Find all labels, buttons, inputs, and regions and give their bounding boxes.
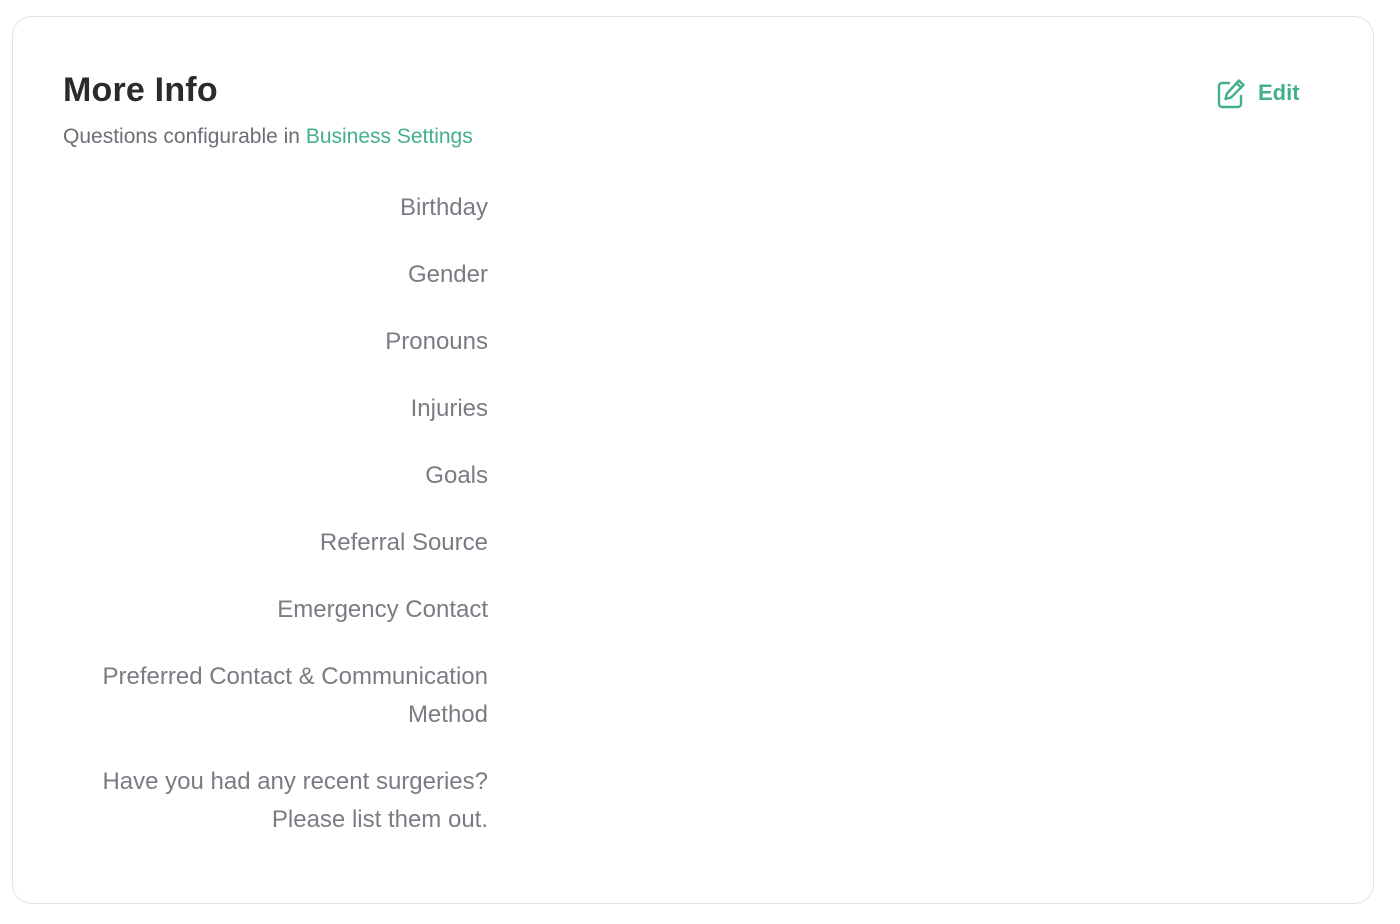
field-gender: Gender xyxy=(63,256,488,294)
field-label: Injuries xyxy=(410,395,488,422)
field-goals: Goals xyxy=(63,457,488,495)
edit-button[interactable]: Edit xyxy=(1216,77,1300,109)
pencil-square-icon xyxy=(1216,77,1246,109)
field-label: Have you had any recent surgeries? Pleas… xyxy=(102,768,488,833)
field-preferred-contact-method: Preferred Contact & Communication Method xyxy=(63,658,489,734)
field-label: Referral Source xyxy=(319,529,488,556)
card-title: More Info xyxy=(63,71,218,109)
more-info-card: More Info Questions configurable in Busi… xyxy=(12,16,1374,904)
field-injuries: Injuries xyxy=(63,390,488,428)
edit-label: Edit xyxy=(1258,80,1300,105)
info-fields-list: Birthday Gender Pronouns Injuries Goals … xyxy=(63,189,488,868)
field-emergency-contact: Emergency Contact xyxy=(63,591,488,629)
field-recent-surgeries: Have you had any recent surgeries? Pleas… xyxy=(63,763,488,839)
field-label: Preferred Contact & Communication Method xyxy=(102,663,489,728)
subtitle-text: Questions configurable in xyxy=(63,125,306,148)
field-label: Gender xyxy=(407,261,488,288)
business-settings-link[interactable]: Business Settings xyxy=(306,125,473,148)
field-label: Pronouns xyxy=(385,328,488,355)
field-referral-source: Referral Source xyxy=(63,524,488,562)
field-label: Birthday xyxy=(399,194,488,221)
card-subtitle: Questions configurable in Business Setti… xyxy=(63,125,473,149)
field-birthday: Birthday xyxy=(63,189,488,227)
field-label: Goals xyxy=(425,462,488,489)
field-label: Emergency Contact xyxy=(277,596,488,623)
field-pronouns: Pronouns xyxy=(63,323,488,361)
